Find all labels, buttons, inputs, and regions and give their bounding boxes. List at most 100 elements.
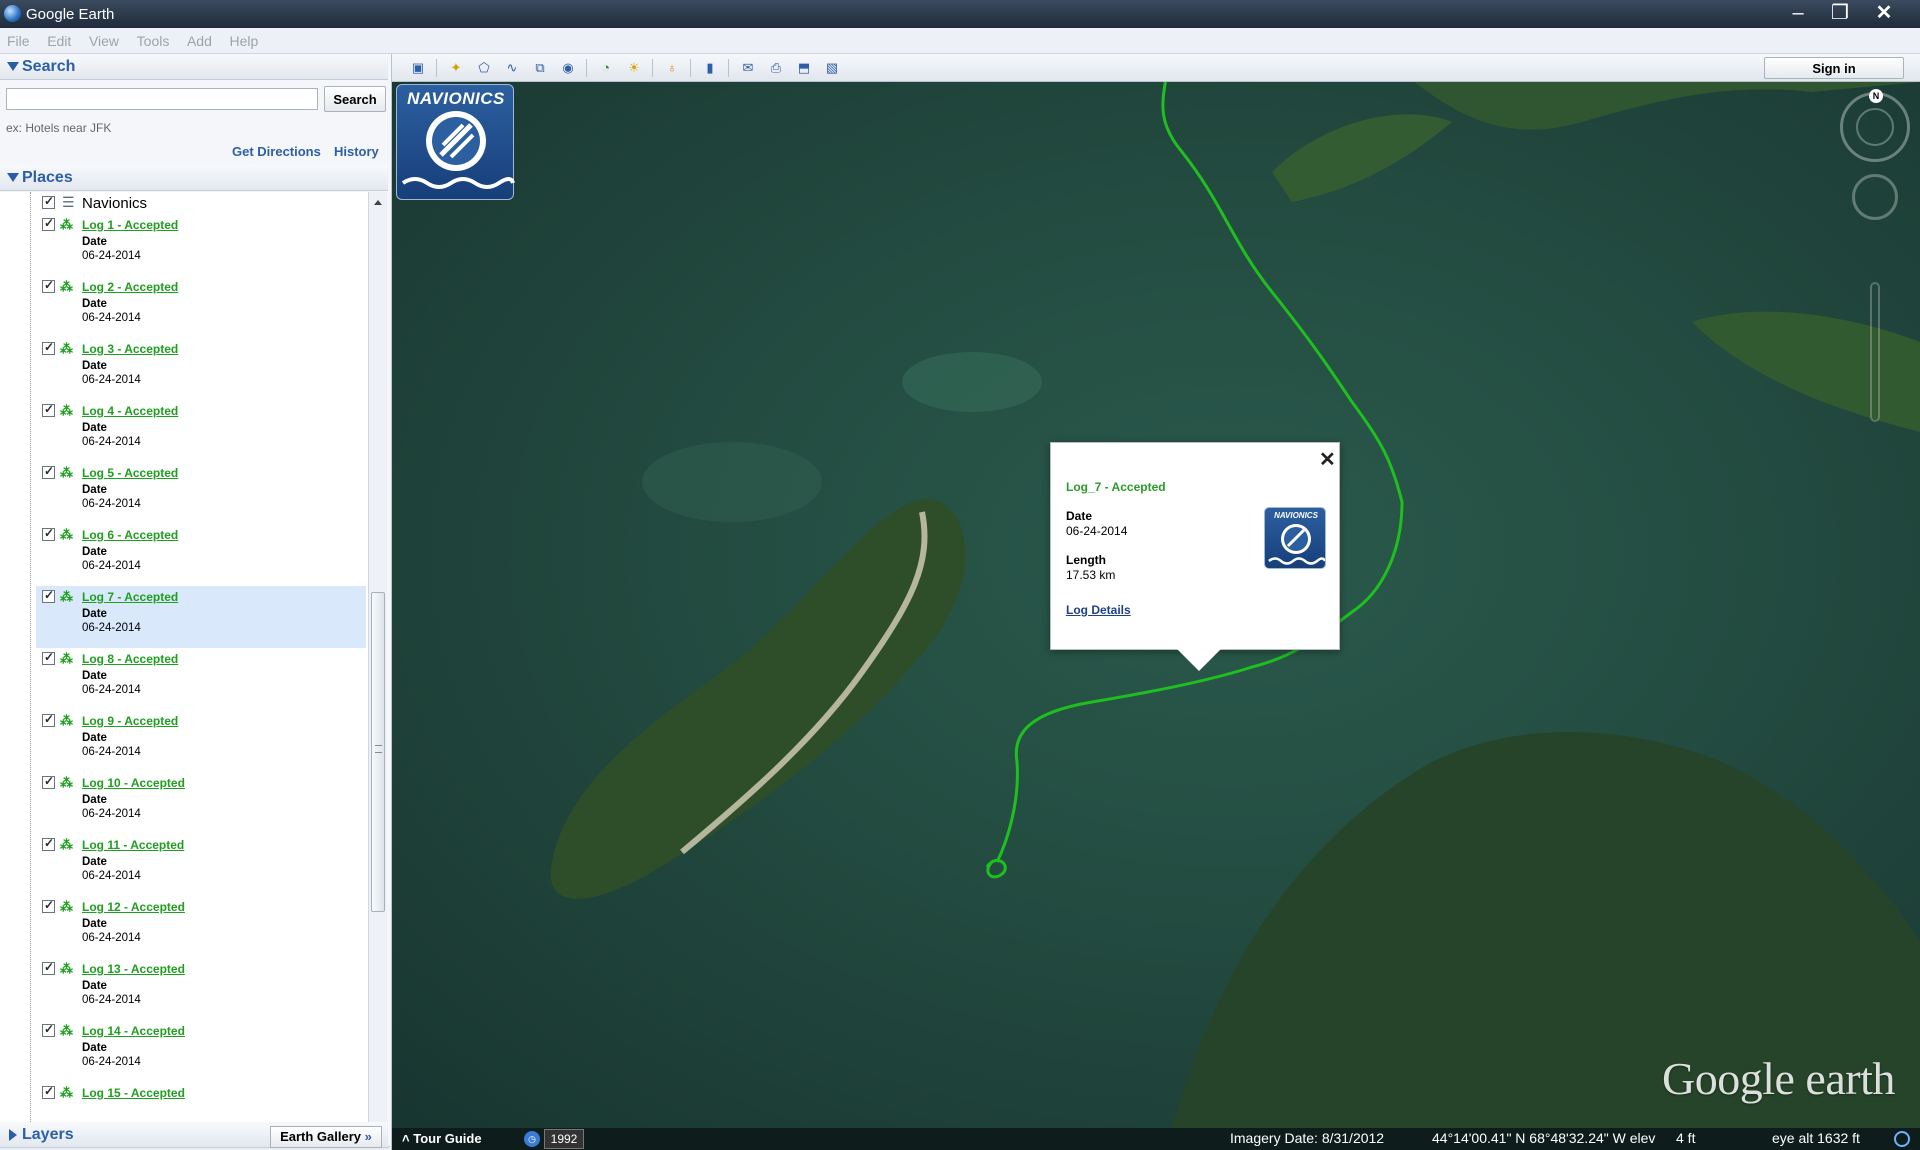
- log-title-link[interactable]: Log 8 - Accepted: [82, 652, 178, 666]
- log-title-link[interactable]: Log 14 - Accepted: [82, 1024, 185, 1038]
- log-title-link[interactable]: Log 7 - Accepted: [82, 590, 178, 604]
- menu-tools[interactable]: Tools: [130, 28, 177, 54]
- places-log-item[interactable]: ⁂ Log 8 - Accepted Date 06-24-2014: [36, 648, 366, 710]
- places-log-item[interactable]: ⁂ Log 2 - Accepted Date 06-24-2014: [36, 276, 366, 338]
- maximize-button[interactable]: ❐: [1818, 0, 1862, 26]
- log-checkbox[interactable]: [42, 526, 55, 541]
- add-path-icon[interactable]: ∿: [500, 57, 524, 79]
- layers-panel-title: Layers: [22, 1126, 74, 1143]
- history-link[interactable]: History: [334, 144, 379, 159]
- log-title-link[interactable]: Log 3 - Accepted: [82, 342, 178, 356]
- log-date: 06-24-2014: [82, 746, 141, 758]
- log-checkbox[interactable]: [42, 1022, 55, 1037]
- sign-in-button[interactable]: Sign in: [1764, 57, 1904, 79]
- places-log-item[interactable]: ⁂ Log 3 - Accepted Date 06-24-2014: [36, 338, 366, 400]
- places-log-item[interactable]: ⁂ Log 4 - Accepted Date 06-24-2014: [36, 400, 366, 462]
- coordinates-readout: 44°14'00.41" N 68°48'32.24" W elev: [1432, 1130, 1656, 1146]
- switch-planet-icon[interactable]: ♁: [660, 57, 684, 79]
- earth-map-view[interactable]: NAVIONICS N ✕ Log_7 - Accepted Date 06-2…: [392, 82, 1920, 1128]
- menu-add[interactable]: Add: [180, 28, 219, 54]
- log-checkbox[interactable]: [42, 898, 55, 913]
- log-checkbox[interactable]: [42, 650, 55, 665]
- email-icon[interactable]: ✉: [736, 57, 760, 79]
- look-joystick[interactable]: [1852, 174, 1898, 220]
- menu-edit[interactable]: Edit: [40, 28, 78, 54]
- places-log-item[interactable]: ⁂ Log 5 - Accepted Date 06-24-2014: [36, 462, 366, 524]
- places-panel-header[interactable]: Places: [0, 165, 388, 191]
- log-title-link[interactable]: Log 5 - Accepted: [82, 466, 178, 480]
- search-input[interactable]: [6, 88, 318, 110]
- log-checkbox[interactable]: [42, 402, 55, 417]
- log-title-link[interactable]: Log 10 - Accepted: [82, 776, 185, 790]
- log-checkbox[interactable]: [42, 836, 55, 851]
- log-title-link[interactable]: Log 13 - Accepted: [82, 962, 185, 976]
- menu-file[interactable]: File: [0, 28, 37, 54]
- root-checkbox[interactable]: [42, 194, 55, 209]
- google-earth-app-icon: [4, 5, 21, 22]
- scroll-up-arrow-icon[interactable]: [374, 200, 382, 205]
- imagery-year-badge[interactable]: 1992: [544, 1129, 584, 1149]
- log-title-link[interactable]: Log 12 - Accepted: [82, 900, 185, 914]
- places-log-item[interactable]: ⁂ Log 12 - Accepted Date 06-24-2014: [36, 896, 366, 958]
- log-title-link[interactable]: Log 1 - Accepted: [82, 218, 178, 232]
- places-log-item[interactable]: ⁂ Log 1 - Accepted Date 06-24-2014: [36, 214, 366, 276]
- places-log-item[interactable]: ⁂ Log 11 - Accepted Date 06-24-2014: [36, 834, 366, 896]
- menu-help[interactable]: Help: [223, 28, 266, 54]
- close-window-button[interactable]: ✕: [1862, 0, 1906, 26]
- places-log-item[interactable]: ⁂ Log 13 - Accepted Date 06-24-2014: [36, 958, 366, 1020]
- balloon-navionics-logo: NAVIONICS: [1264, 507, 1326, 569]
- places-log-item[interactable]: ⁂ Log 7 - Accepted Date 06-24-2014: [36, 586, 366, 648]
- log-checkbox[interactable]: [42, 1084, 55, 1099]
- track-path-icon: ⁂: [60, 899, 73, 914]
- add-placemark-icon[interactable]: ✦: [444, 57, 468, 79]
- navionics-logo[interactable]: NAVIONICS: [396, 84, 515, 200]
- places-log-item[interactable]: ⁂ Log 10 - Accepted Date 06-24-2014: [36, 772, 366, 834]
- scroll-thumb[interactable]: [371, 592, 385, 912]
- log-title-link[interactable]: Log 11 - Accepted: [82, 838, 184, 852]
- track-path-icon: ⁂: [60, 279, 73, 294]
- places-log-item[interactable]: ⁂ Log 6 - Accepted Date 06-24-2014: [36, 524, 366, 586]
- zoom-slider[interactable]: [1870, 282, 1880, 422]
- sunlight-icon[interactable]: ☀: [622, 57, 646, 79]
- log-checkbox[interactable]: [42, 464, 55, 479]
- log-date: 06-24-2014: [82, 1056, 141, 1068]
- add-polygon-icon[interactable]: ⬠: [472, 57, 496, 79]
- earth-gallery-button[interactable]: Earth Gallery »: [270, 1126, 382, 1148]
- navigation-compass[interactable]: N: [1840, 89, 1910, 162]
- log-checkbox[interactable]: [42, 774, 55, 789]
- log-checkbox[interactable]: [42, 340, 55, 355]
- log-title-link[interactable]: Log 15 - Accepted: [82, 1086, 185, 1100]
- log-checkbox[interactable]: [42, 588, 55, 603]
- log-date-label: Date: [82, 236, 107, 248]
- menu-view[interactable]: View: [82, 28, 126, 54]
- get-directions-link[interactable]: Get Directions: [232, 144, 321, 159]
- log-title-link[interactable]: Log 4 - Accepted: [82, 404, 178, 418]
- search-button[interactable]: Search: [324, 86, 386, 112]
- places-scrollbar[interactable]: [368, 192, 387, 1146]
- save-image-icon[interactable]: ▧: [820, 57, 844, 79]
- ruler-icon[interactable]: ▮: [698, 57, 722, 79]
- tour-guide-button[interactable]: ˄ Tour Guide: [402, 1131, 482, 1146]
- add-image-overlay-icon[interactable]: ⧉: [528, 57, 552, 79]
- log-checkbox[interactable]: [42, 960, 55, 975]
- log-date: 06-24-2014: [82, 560, 141, 572]
- hide-sidebar-icon[interactable]: ▣: [406, 57, 430, 79]
- log-checkbox[interactable]: [42, 278, 55, 293]
- log-checkbox[interactable]: [42, 216, 55, 231]
- view-in-maps-icon[interactable]: ⬒: [792, 57, 816, 79]
- print-icon[interactable]: ⎙: [764, 57, 788, 79]
- places-log-item[interactable]: ⁂ Log 14 - Accepted Date 06-24-2014: [36, 1020, 366, 1082]
- historical-imagery-clock-icon[interactable]: ◷: [524, 1131, 540, 1147]
- log-details-link[interactable]: Log Details: [1066, 603, 1131, 617]
- minimize-button[interactable]: ‒: [1776, 0, 1820, 26]
- record-tour-icon[interactable]: ◉: [556, 57, 580, 79]
- eye-altitude-readout: eye alt 1632 ft: [1772, 1130, 1860, 1146]
- places-log-item[interactable]: ⁂ Log 9 - Accepted Date 06-24-2014: [36, 710, 366, 772]
- log-title-link[interactable]: Log 9 - Accepted: [82, 714, 178, 728]
- log-title-link[interactable]: Log 2 - Accepted: [82, 280, 178, 294]
- log-checkbox[interactable]: [42, 712, 55, 727]
- historical-imagery-icon[interactable]: ◔: [594, 57, 618, 79]
- search-panel-header[interactable]: Search: [0, 54, 388, 80]
- log-title-link[interactable]: Log 6 - Accepted: [82, 528, 178, 542]
- balloon-close-icon[interactable]: ✕: [1319, 447, 1336, 472]
